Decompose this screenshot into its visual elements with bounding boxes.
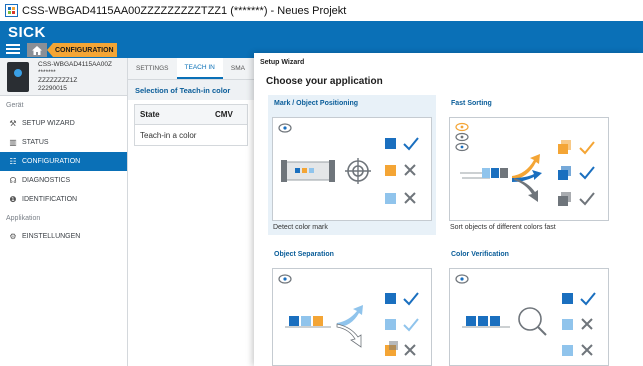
section-label-application: Applikation (6, 215, 41, 222)
card-object-separation[interactable]: Object Separation (268, 246, 436, 366)
card-description: Detect color mark (273, 224, 328, 231)
tab-teach-in[interactable]: TEACH IN (176, 58, 223, 79)
sidebar-item-setup-wizard[interactable]: ⚒ SETUP WIZARD (0, 114, 127, 133)
wizard-subtitle: Choose your application (266, 76, 383, 87)
device-variant: ZZZZZZZZ1Z (38, 77, 78, 84)
device-masked: ******* (38, 69, 56, 76)
sick-logo: SICK (8, 24, 46, 41)
home-button[interactable] (27, 43, 47, 57)
app-window: CSS-WBGAD4115AA00ZZZZZZZZZTZZ1 (*******)… (0, 0, 643, 366)
card-illustration (272, 117, 432, 221)
gears-icon: ⚙ (9, 232, 17, 241)
chart-icon: ▥ (9, 138, 17, 147)
stethoscope-icon: ☊ (9, 176, 17, 185)
sidebar-item-label: CONFIGURATION (22, 158, 81, 165)
sidebar-item-diagnostics[interactable]: ☊ DIAGNOSTICS (0, 171, 127, 190)
sorting-arrows-icon (512, 154, 542, 202)
object-separation-illustration (278, 274, 419, 356)
sidebar-item-label: DIAGNOSTICS (22, 177, 71, 184)
panel-heading: Selection of Teach-in color (128, 80, 254, 100)
eye-icon (455, 274, 469, 284)
eye-icon (278, 274, 292, 284)
breadcrumb-configuration[interactable]: CONFIGURATION (47, 43, 117, 57)
sidebar: CSS-WBGAD4115AA00Z ******* ZZZZZZZZ1Z 22… (0, 58, 128, 366)
info-icon: ❶ (9, 195, 17, 204)
crosshair-icon (345, 158, 371, 184)
sidebar-item-label: SETUP WIZARD (22, 120, 75, 127)
column-header-cmv: CMV (215, 110, 233, 119)
wand-icon: ⚒ (9, 119, 17, 128)
sidebar-item-label: STATUS (22, 139, 49, 146)
wizard-title: Setup Wizard (260, 59, 305, 66)
teach-in-table: State CMV Teach-in a color (134, 104, 248, 146)
tab-sma[interactable]: SMA (223, 58, 253, 79)
card-illustration (272, 268, 432, 366)
sidebar-item-label: EINSTELLUNGEN (22, 233, 81, 240)
card-title: Color Verification (451, 251, 509, 258)
table-header: State CMV (135, 105, 247, 125)
section-label-device: Gerät (6, 102, 24, 109)
window-titlebar: CSS-WBGAD4115AA00ZZZZZZZZZTZZ1 (*******)… (0, 0, 643, 21)
card-description: Sort objects of different colors fast (450, 224, 556, 231)
window-title: CSS-WBGAD4115AA00ZZZZZZZZZTZZ1 (*******)… (22, 4, 347, 17)
card-mark-object-positioning[interactable]: Mark / Object Positioning Detect color m… (268, 95, 436, 235)
card-illustration (449, 117, 609, 221)
sidebar-item-configuration[interactable]: ☷ CONFIGURATION (0, 152, 127, 171)
grid-icon: ☷ (9, 157, 17, 166)
config-tabs: SETTINGS TEACH IN SMA (128, 58, 254, 80)
config-panel: SETTINGS TEACH IN SMA Selection of Teach… (128, 58, 254, 366)
conveyor-icon (281, 160, 335, 182)
sidebar-item-einstellungen[interactable]: ⚙ EINSTELLUNGEN (0, 227, 127, 246)
sidebar-item-status[interactable]: ▥ STATUS (0, 133, 127, 152)
fast-sorting-illustration (455, 122, 595, 206)
sidebar-item-identification[interactable]: ❶ IDENTIFICATION (0, 190, 127, 209)
setup-wizard-dialog: Setup Wizard Choose your application Mar… (254, 53, 643, 366)
card-title: Mark / Object Positioning (274, 100, 359, 107)
hamburger-menu-icon[interactable] (6, 44, 20, 55)
card-illustration (449, 268, 609, 366)
home-icon (32, 45, 42, 55)
card-title: Object Separation (274, 251, 334, 258)
eye-icon (455, 122, 469, 152)
mark-positioning-illustration (278, 123, 419, 204)
color-verification-illustration (455, 274, 596, 356)
table-cell: Teach-in a color (140, 130, 197, 140)
app-icon (5, 4, 18, 17)
separation-arrows-icon (336, 305, 363, 348)
card-title: Fast Sorting (451, 100, 492, 107)
card-color-verification[interactable]: Color Verification (445, 246, 613, 366)
device-serial: 22290015 (38, 85, 67, 92)
device-card[interactable]: CSS-WBGAD4115AA00Z ******* ZZZZZZZZ1Z 22… (0, 58, 127, 96)
card-fast-sorting[interactable]: Fast Sorting Sort objects of different c… (445, 95, 613, 235)
table-row[interactable]: Teach-in a color (135, 125, 247, 145)
column-header-state: State (140, 110, 160, 119)
sidebar-item-label: IDENTIFICATION (22, 196, 78, 203)
tab-settings[interactable]: SETTINGS (128, 58, 177, 79)
magnifier-icon (518, 307, 547, 336)
eye-icon (278, 123, 292, 133)
device-name: CSS-WBGAD4115AA00Z (38, 61, 112, 68)
device-image (7, 62, 29, 92)
